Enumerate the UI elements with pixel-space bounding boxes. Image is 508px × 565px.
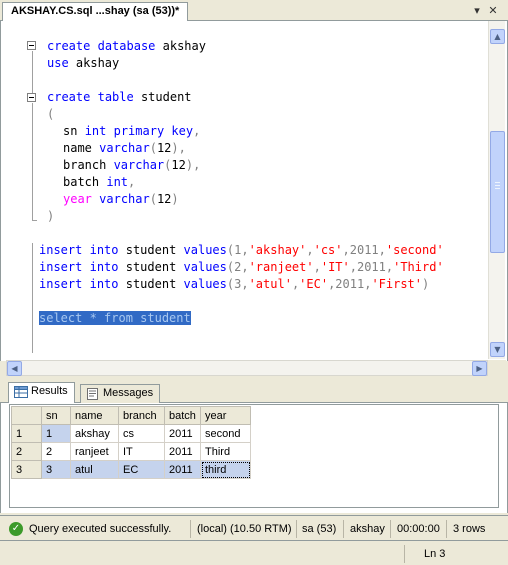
grid-cell[interactable]: akshay (70, 424, 119, 443)
code-line: create database akshay (47, 39, 206, 53)
query-status-bar: ✓ Query executed successfully. (local) (… (0, 515, 508, 541)
tab-results[interactable]: Results (8, 382, 75, 404)
column-header[interactable]: name (70, 406, 119, 425)
scroll-down-icon[interactable]: ▼ (490, 342, 505, 357)
column-header[interactable]: sn (41, 406, 71, 425)
code-line: sn int primary key, (63, 124, 201, 138)
query-editor[interactable]: create database akshay use akshay create… (0, 21, 508, 361)
grid-icon (14, 386, 28, 398)
grid-cell[interactable]: IT (118, 442, 165, 461)
code-line: batch int, (63, 175, 136, 189)
window-position-icon[interactable]: ▾ (470, 4, 484, 18)
grid-cell[interactable]: second (200, 424, 251, 443)
grid-cell[interactable]: 2011 (164, 442, 201, 461)
code-line: insert into student values(3,'atul','EC'… (39, 277, 430, 291)
code-line: insert into student values(2,'ranjeet','… (39, 260, 444, 274)
grid-cell[interactable]: cs (118, 424, 165, 443)
document-tab-title: AKSHAY.CS.sql ...shay (sa (53))* (11, 5, 180, 17)
row-count: 3 rows (453, 523, 486, 535)
line-indicator: Ln 3 (424, 548, 446, 560)
database-name: akshay (350, 523, 385, 535)
table-row-selected[interactable]: 3 3 atul EC 2011 third (11, 460, 251, 479)
code-line: branch varchar(12), (63, 158, 201, 172)
code-line: year varchar(12) (63, 192, 179, 206)
grid-cell-focused[interactable]: third (200, 460, 251, 479)
app-status-bar: Ln 3 (0, 543, 508, 565)
outline-line (32, 243, 33, 353)
scroll-right-icon[interactable]: ▶ (472, 361, 487, 376)
scrollbar-corner (488, 360, 506, 376)
table-row[interactable]: 2 2 ranjeet IT 2011 Third (11, 442, 251, 461)
row-number[interactable]: 1 (11, 424, 42, 443)
scroll-up-icon[interactable]: ▲ (490, 29, 505, 44)
grid-cell[interactable]: Third (200, 442, 251, 461)
grid-header-row: sn name branch batch year (11, 406, 251, 425)
row-header-corner[interactable] (11, 406, 42, 425)
close-icon[interactable]: ✕ (486, 4, 500, 18)
checkmark-icon: ✓ (9, 522, 23, 536)
row-number[interactable]: 2 (11, 442, 42, 461)
document-tab[interactable]: AKSHAY.CS.sql ...shay (sa (53))* (2, 2, 189, 21)
selected-text: select * from student (39, 311, 191, 325)
code-line: ( (47, 107, 55, 121)
tab-messages[interactable]: Messages (80, 384, 161, 403)
results-grid[interactable]: sn name branch batch year 1 1 akshay cs … (11, 406, 251, 479)
grid-cell[interactable]: ranjeet (70, 442, 119, 461)
vertical-scrollbar[interactable]: ▲ ▼ (488, 21, 505, 359)
elapsed-time: 00:00:00 (397, 523, 440, 535)
grid-cell[interactable]: 2011 (164, 424, 201, 443)
code-line: create table student (47, 90, 192, 104)
results-tab-strip: Results Messages (0, 381, 508, 404)
code-line-selected: select * from student (39, 310, 191, 327)
results-pane: sn name branch batch year 1 1 akshay cs … (0, 403, 508, 513)
row-number[interactable]: 3 (11, 460, 42, 479)
code-line: ) (47, 209, 55, 223)
server-name: (local) (10.50 RTM) (197, 523, 292, 535)
grid-cell[interactable]: EC (118, 460, 165, 479)
status-message: Query executed successfully. (29, 523, 172, 535)
column-header[interactable]: year (200, 406, 251, 425)
code-line: use akshay (47, 56, 120, 70)
grid-cell[interactable]: 3 (41, 460, 71, 479)
grid-cell[interactable]: 1 (41, 424, 71, 443)
column-header[interactable]: branch (118, 406, 165, 425)
table-row[interactable]: 1 1 akshay cs 2011 second (11, 424, 251, 443)
login-name: sa (53) (302, 523, 337, 535)
grid-cell[interactable]: 2011 (164, 460, 201, 479)
outline-line (32, 103, 33, 221)
document-tab-strip: AKSHAY.CS.sql ...shay (sa (53))* ▾ ✕ (0, 0, 508, 21)
scrollbar-thumb[interactable] (490, 131, 505, 253)
messages-icon (87, 388, 98, 400)
outline-line (32, 51, 33, 93)
scroll-left-icon[interactable]: ◀ (7, 361, 22, 376)
grid-cell[interactable]: atul (70, 460, 119, 479)
code-line: name varchar(12), (63, 141, 186, 155)
grid-cell[interactable]: 2 (41, 442, 71, 461)
code-text: create database akshay use akshay create… (1, 21, 444, 325)
horizontal-scrollbar[interactable]: ◀ ▶ (6, 360, 488, 376)
code-line: insert into student values(1,'akshay','c… (39, 243, 444, 257)
column-header[interactable]: batch (164, 406, 201, 425)
